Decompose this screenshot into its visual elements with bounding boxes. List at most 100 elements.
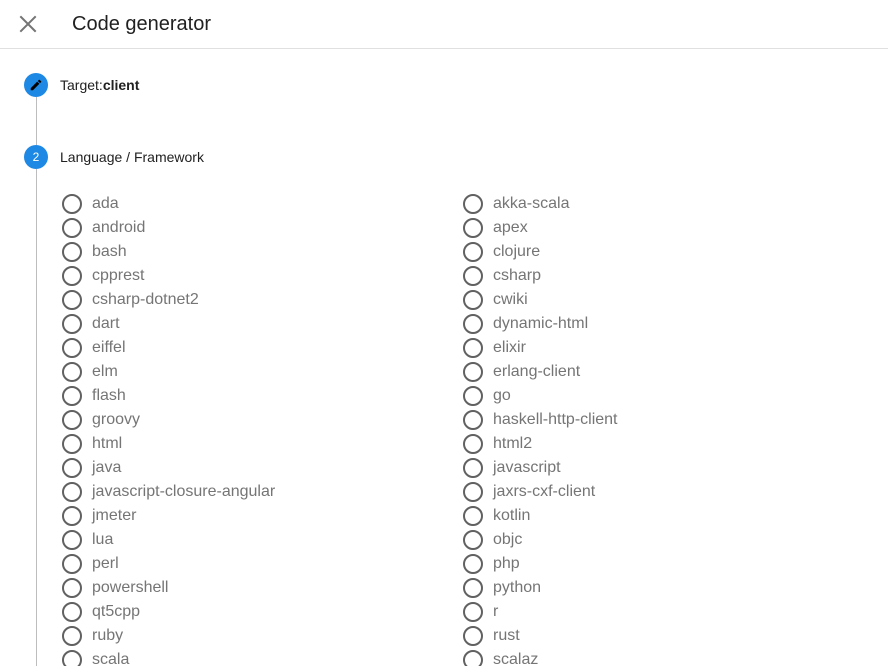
language-option-perl[interactable]: perl bbox=[60, 552, 275, 576]
radio-button[interactable] bbox=[463, 530, 483, 550]
language-option-scalaz[interactable]: scalaz bbox=[461, 648, 618, 666]
step-target[interactable]: Target:client bbox=[60, 75, 139, 95]
radio-button[interactable] bbox=[62, 314, 82, 334]
language-option-dynamic-html[interactable]: dynamic-html bbox=[461, 312, 618, 336]
language-options-left: ada android bash cpprest csharp-dotnet2 dart e… bbox=[60, 192, 275, 666]
radio-button[interactable] bbox=[463, 602, 483, 622]
radio-button[interactable] bbox=[62, 554, 82, 574]
language-option-elixir[interactable]: elixir bbox=[461, 336, 618, 360]
language-option-label: clojure bbox=[493, 243, 541, 260]
language-option-erlang-client[interactable]: erlang-client bbox=[461, 360, 618, 384]
language-option-android[interactable]: android bbox=[60, 216, 275, 240]
language-option-label: elm bbox=[92, 363, 118, 380]
language-option-label: eiffel bbox=[92, 339, 126, 356]
language-option-label: javascript bbox=[493, 459, 561, 476]
language-option-groovy[interactable]: groovy bbox=[60, 408, 275, 432]
language-option-qt5cpp[interactable]: qt5cpp bbox=[60, 600, 275, 624]
language-option-ruby[interactable]: ruby bbox=[60, 624, 275, 648]
radio-button[interactable] bbox=[62, 626, 82, 646]
radio-button[interactable] bbox=[463, 650, 483, 666]
language-option-haskell-http-client[interactable]: haskell-http-client bbox=[461, 408, 618, 432]
radio-button[interactable] bbox=[62, 578, 82, 598]
close-button[interactable] bbox=[12, 8, 44, 40]
language-option-cwiki[interactable]: cwiki bbox=[461, 288, 618, 312]
radio-button[interactable] bbox=[62, 290, 82, 310]
radio-button[interactable] bbox=[62, 482, 82, 502]
language-option-clojure[interactable]: clojure bbox=[461, 240, 618, 264]
language-option-lua[interactable]: lua bbox=[60, 528, 275, 552]
radio-button[interactable] bbox=[62, 602, 82, 622]
radio-button[interactable] bbox=[463, 338, 483, 358]
radio-button[interactable] bbox=[62, 434, 82, 454]
language-option-html2[interactable]: html2 bbox=[461, 432, 618, 456]
language-option-scala[interactable]: scala bbox=[60, 648, 275, 666]
radio-button[interactable] bbox=[62, 218, 82, 238]
radio-button[interactable] bbox=[62, 530, 82, 550]
language-option-javascript-closure-angular[interactable]: javascript-closure-angular bbox=[60, 480, 275, 504]
radio-button[interactable] bbox=[463, 362, 483, 382]
pencil-icon bbox=[30, 79, 42, 91]
language-option-php[interactable]: php bbox=[461, 552, 618, 576]
language-option-elm[interactable]: elm bbox=[60, 360, 275, 384]
radio-button[interactable] bbox=[62, 410, 82, 430]
language-option-bash[interactable]: bash bbox=[60, 240, 275, 264]
language-option-label: cwiki bbox=[493, 291, 528, 308]
language-option-label: ruby bbox=[92, 627, 124, 644]
radio-button[interactable] bbox=[463, 386, 483, 406]
radio-button[interactable] bbox=[463, 410, 483, 430]
language-option-html[interactable]: html bbox=[60, 432, 275, 456]
language-option-kotlin[interactable]: kotlin bbox=[461, 504, 618, 528]
radio-button[interactable] bbox=[463, 242, 483, 262]
language-option-powershell[interactable]: powershell bbox=[60, 576, 275, 600]
radio-button[interactable] bbox=[62, 506, 82, 526]
language-option-rust[interactable]: rust bbox=[461, 624, 618, 648]
radio-button[interactable] bbox=[463, 482, 483, 502]
language-option-label: objc bbox=[493, 531, 523, 548]
language-option-label: qt5cpp bbox=[92, 603, 141, 620]
language-option-r[interactable]: r bbox=[461, 600, 618, 624]
language-option-csharp-dotnet2[interactable]: csharp-dotnet2 bbox=[60, 288, 275, 312]
radio-button[interactable] bbox=[62, 194, 82, 214]
radio-button[interactable] bbox=[463, 290, 483, 310]
radio-button[interactable] bbox=[62, 458, 82, 478]
radio-button[interactable] bbox=[62, 266, 82, 286]
radio-button[interactable] bbox=[463, 506, 483, 526]
language-option-flash[interactable]: flash bbox=[60, 384, 275, 408]
radio-button[interactable] bbox=[463, 194, 483, 214]
radio-button[interactable] bbox=[62, 338, 82, 358]
radio-button[interactable] bbox=[463, 314, 483, 334]
language-option-label: scala bbox=[92, 651, 130, 666]
language-option-jmeter[interactable]: jmeter bbox=[60, 504, 275, 528]
language-option-label: html bbox=[92, 435, 123, 452]
dialog-header: Code generator bbox=[0, 0, 888, 49]
radio-button[interactable] bbox=[463, 554, 483, 574]
close-icon[interactable] bbox=[19, 15, 37, 33]
language-option-javascript[interactable]: javascript bbox=[461, 456, 618, 480]
language-option-csharp[interactable]: csharp bbox=[461, 264, 618, 288]
language-option-go[interactable]: go bbox=[461, 384, 618, 408]
radio-button[interactable] bbox=[62, 242, 82, 262]
language-option-cpprest[interactable]: cpprest bbox=[60, 264, 275, 288]
language-option-eiffel[interactable]: eiffel bbox=[60, 336, 275, 360]
radio-button[interactable] bbox=[62, 386, 82, 406]
language-option-apex[interactable]: apex bbox=[461, 216, 618, 240]
language-option-java[interactable]: java bbox=[60, 456, 275, 480]
radio-button[interactable] bbox=[463, 266, 483, 286]
radio-button[interactable] bbox=[62, 362, 82, 382]
language-option-python[interactable]: python bbox=[461, 576, 618, 600]
language-option-akka-scala[interactable]: akka-scala bbox=[461, 192, 618, 216]
radio-button[interactable] bbox=[463, 578, 483, 598]
radio-button[interactable] bbox=[463, 434, 483, 454]
language-option-jaxrs-cxf-client[interactable]: jaxrs-cxf-client bbox=[461, 480, 618, 504]
radio-button[interactable] bbox=[62, 650, 82, 666]
radio-button[interactable] bbox=[463, 218, 483, 238]
step-target-icon[interactable] bbox=[24, 73, 48, 97]
language-option-label: apex bbox=[493, 219, 528, 236]
radio-button[interactable] bbox=[463, 458, 483, 478]
language-option-ada[interactable]: ada bbox=[60, 192, 275, 216]
language-option-label: erlang-client bbox=[493, 363, 581, 380]
language-option-dart[interactable]: dart bbox=[60, 312, 275, 336]
language-option-label: python bbox=[493, 579, 542, 596]
language-option-objc[interactable]: objc bbox=[461, 528, 618, 552]
radio-button[interactable] bbox=[463, 626, 483, 646]
